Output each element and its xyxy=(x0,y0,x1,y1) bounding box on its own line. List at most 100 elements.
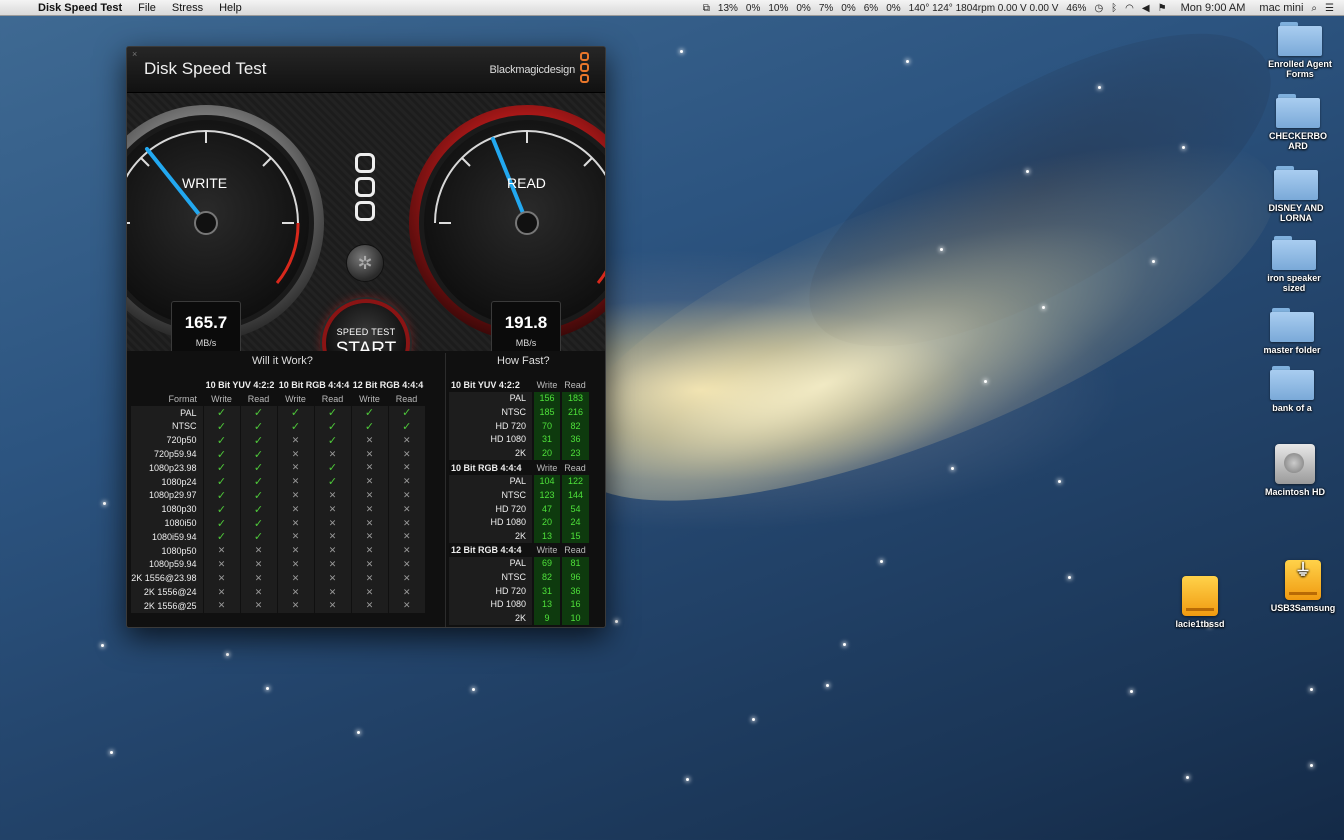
check-icon: ✓ xyxy=(313,460,351,475)
write-fps-cell: 31 xyxy=(532,583,561,598)
write-fps-cell: 70 xyxy=(532,418,561,433)
format-cell: 1080i59.94 xyxy=(131,529,203,544)
read-fps-cell: 144 xyxy=(560,488,589,502)
desktop-folder-iron-speaker-sized[interactable]: iron speaker sized xyxy=(1249,236,1339,293)
star xyxy=(1098,86,1101,89)
cross-icon: ✕ xyxy=(350,529,388,544)
cpu-stat-1[interactable]: 13% xyxy=(718,3,738,14)
cpu-stat-3[interactable]: 10% xyxy=(768,3,788,14)
cross-icon: ✕ xyxy=(276,447,314,461)
desktop-drive-macintosh-hd[interactable]: Macintosh HD xyxy=(1250,444,1340,497)
format-cell: 720p59.94 xyxy=(131,447,203,461)
star xyxy=(940,248,943,251)
start-button-caption: SPEED TEST xyxy=(336,327,396,337)
table-row: 2K 1556@23.98 ✕ ✕ ✕ ✕ ✕ ✕ xyxy=(131,571,425,586)
menu-app-name[interactable]: Disk Speed Test xyxy=(38,2,122,14)
write-speed-readout: 165.7 MB/s xyxy=(171,301,241,355)
wifi-icon[interactable]: ◠ xyxy=(1125,3,1134,14)
write-fps-cell: 20 xyxy=(532,445,561,460)
desktop-folder-disney-and-lorna[interactable]: DISNEY AND LORNA xyxy=(1251,166,1341,223)
read-fps-cell: 183 xyxy=(560,391,589,406)
column-header: Read xyxy=(564,462,586,473)
read-fps-cell: 36 xyxy=(560,432,589,446)
menu-clock[interactable]: Mon 9:00 AM xyxy=(1181,2,1246,14)
check-icon: ✓ xyxy=(313,474,351,489)
menu-user[interactable]: mac mini xyxy=(1259,2,1303,14)
format-cell: 2K 1556@24 xyxy=(131,585,203,599)
group-header: 12 Bit RGB 4:4:4 xyxy=(451,544,522,555)
spotlight-icon[interactable]: ⌕ xyxy=(1311,3,1317,14)
cpu-stat-2[interactable]: 0% xyxy=(746,3,760,14)
cross-icon: ✕ xyxy=(387,502,425,517)
flag-icon[interactable]: ⚑ xyxy=(1158,3,1167,14)
cross-icon: ✕ xyxy=(350,433,388,448)
cross-icon: ✕ xyxy=(202,598,240,613)
sensor-readout[interactable]: 140° 124° 1804rpm 0.00 V 0.00 V xyxy=(909,3,1059,14)
write-fps-cell: 82 xyxy=(532,570,561,584)
write-fps-cell: 20 xyxy=(532,515,561,529)
table-row: 1080p29.97 ✓ ✓ ✕ ✕ ✕ ✕ xyxy=(131,488,425,503)
display-icon[interactable]: ⧉ xyxy=(703,3,710,14)
format-cell: PAL xyxy=(449,474,533,489)
menu-extras: ⧉ 13% 0% 10% 0% 7% 0% 6% 0% 140° 124° 18… xyxy=(695,0,1334,16)
volume-icon[interactable]: ◀ xyxy=(1142,3,1150,14)
star xyxy=(984,380,987,383)
close-icon[interactable]: × xyxy=(132,49,137,59)
how-fast-title: How Fast? xyxy=(497,355,550,367)
notification-icon[interactable]: ☰ xyxy=(1325,3,1334,14)
menu-help[interactable]: Help xyxy=(219,2,242,14)
write-fps-cell: 9 xyxy=(532,610,561,625)
table-row: 1080i50 ✓ ✓ ✕ ✕ ✕ ✕ xyxy=(131,516,425,530)
cross-icon: ✕ xyxy=(350,516,388,530)
star xyxy=(103,502,106,505)
cross-icon: ✕ xyxy=(276,543,314,558)
menu-stress[interactable]: Stress xyxy=(172,2,203,14)
check-icon: ✓ xyxy=(202,447,240,461)
cross-icon: ✕ xyxy=(239,585,277,599)
format-header: Format xyxy=(168,393,197,404)
write-fps-cell: 13 xyxy=(532,597,561,611)
check-icon: ✓ xyxy=(202,405,240,420)
desktop-folder-checkerboard[interactable]: CHECKERBOARD xyxy=(1253,94,1343,151)
table-row: 1080p24 ✓ ✓ ✕ ✓ ✕ ✕ xyxy=(131,474,425,489)
cross-icon: ✕ xyxy=(276,516,314,530)
format-cell: NTSC xyxy=(131,419,203,434)
timemachine-icon[interactable]: ◷ xyxy=(1094,3,1103,14)
check-icon: ✓ xyxy=(239,474,277,489)
cpu-stat-5[interactable]: 7% xyxy=(819,3,833,14)
bluetooth-icon[interactable]: ᛒ xyxy=(1111,3,1117,14)
star xyxy=(472,688,475,691)
cross-icon: ✕ xyxy=(276,488,314,503)
star xyxy=(1042,306,1045,309)
battery-stat[interactable]: 46% xyxy=(1066,3,1086,14)
check-icon: ✓ xyxy=(202,433,240,448)
settings-gear-icon[interactable]: ✲ xyxy=(346,244,384,282)
cpu-stat-4[interactable]: 0% xyxy=(796,3,810,14)
desktop-folder-master-folder[interactable]: master folder xyxy=(1247,308,1337,355)
desktop-drive-usb3samsung[interactable]: ⏚ USB3Samsung xyxy=(1258,560,1344,613)
menu-file[interactable]: File xyxy=(138,2,156,14)
format-cell: NTSC xyxy=(449,570,533,584)
star xyxy=(1310,688,1313,691)
star xyxy=(1152,260,1155,263)
folder-icon xyxy=(1270,308,1314,342)
star xyxy=(951,467,954,470)
cpu-stat-8[interactable]: 0% xyxy=(886,3,900,14)
desktop-folder-enrolled-agent-forms[interactable]: Enrolled Agent Forms xyxy=(1255,22,1344,79)
column-header: Write xyxy=(211,393,232,404)
cross-icon: ✕ xyxy=(202,557,240,572)
group-header: 12 Bit RGB 4:4:4 xyxy=(352,380,424,390)
write-fps-cell: 69 xyxy=(532,556,561,571)
check-icon: ✓ xyxy=(202,516,240,530)
will-it-work-title: Will it Work? xyxy=(252,355,313,367)
cross-icon: ✕ xyxy=(239,543,277,558)
cpu-stat-7[interactable]: 6% xyxy=(864,3,878,14)
gauge-panel: WRITE READ 165.7 MB/s 191.8 MB/s ✲ SPEED… xyxy=(127,93,605,387)
cpu-stat-6[interactable]: 0% xyxy=(841,3,855,14)
write-fps-cell: 123 xyxy=(532,488,561,502)
cross-icon: ✕ xyxy=(313,447,351,461)
desktop-icon-label: bank of a xyxy=(1272,403,1312,413)
desktop-folder-bank-of-a[interactable]: bank of a xyxy=(1247,366,1337,413)
window-titlebar[interactable]: × Disk Speed Test Blackmagicdesign xyxy=(127,47,605,93)
desktop-drive-lacie1tbssd[interactable]: lacie1tbssd xyxy=(1155,576,1245,629)
